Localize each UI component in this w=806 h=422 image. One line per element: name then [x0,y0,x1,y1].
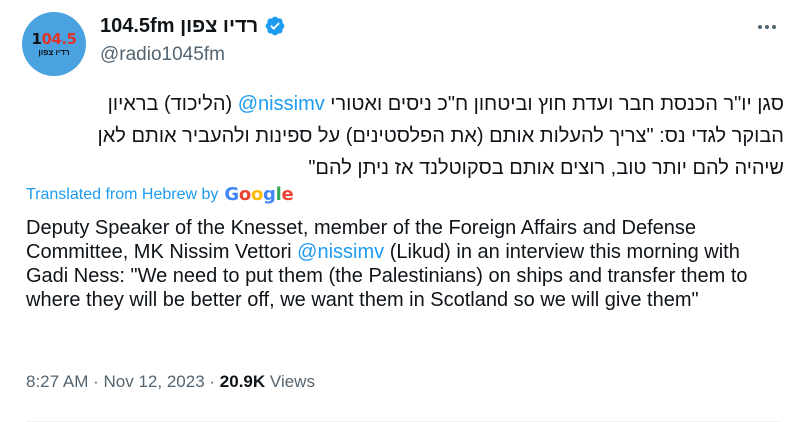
more-horizontal-icon [772,25,776,29]
translation-attribution[interactable]: Translated from Hebrew by Google [26,184,294,205]
avatar-logo-subtitle: רדיו צפון [38,47,70,57]
tweet-time[interactable]: 8:27 AM [26,372,88,391]
avatar-logo-part-a: 1 [31,29,42,48]
avatar-logo: 104.5 [31,29,77,48]
views-count: 20.9K [219,372,266,391]
more-options-button[interactable] [754,14,780,40]
tweet-metadata: 8:27 AM · Nov 12, 2023 · 20.9K Views [26,372,315,392]
tweet-text-line: שיהיה להם יותר טוב, רוצים אותם בסקוטלנד … [308,157,784,179]
tweet-card: 104.5 רדיו צפון 104.5fm רדיו צפון @radio… [0,0,806,422]
author-name-row: 104.5fm רדיו צפון [100,14,286,38]
tweet-text-segment: (הליכוד) בראיון [107,93,238,115]
tweet-text-segment: סגן יו"ר הכנסת חבר ועדת חוץ וביטחון ח"כ … [324,93,784,115]
mention-link[interactable]: @nissimv [297,241,384,263]
google-logo-letter: e [281,184,294,205]
tweet-text-line: סגן יו"ר הכנסת חבר ועדת חוץ וביטחון ח"כ … [20,88,784,120]
translated-label: Translated from Hebrew by [26,185,219,203]
verified-badge-icon[interactable] [264,15,286,37]
google-logo-letter: G [224,184,239,205]
author-display-name[interactable]: 104.5fm רדיו צפון [100,15,258,38]
more-horizontal-icon [765,25,769,29]
tweet-text-original: סגן יו"ר הכנסת חבר ועדת חוץ וביטחון ח"כ … [20,88,784,184]
tweet-text-line: הבוקר לגדי נס: "צריך להעלות אותם (את הפל… [97,125,784,147]
author-block: 104.5fm רדיו צפון @radio1045fm [100,14,286,66]
author-handle[interactable]: @radio1045fm [100,44,286,66]
google-logo-letter: o [250,184,264,205]
meta-separator: · [209,372,216,391]
google-logo-letter: g [263,184,276,205]
mention-link[interactable]: @nissimv [238,93,325,115]
google-logo-letter: o [238,184,251,205]
tweet-date[interactable]: Nov 12, 2023 [104,372,205,391]
google-logo: Google [224,184,293,205]
tweet-text-translated: Deputy Speaker of the Knesset, member of… [26,216,786,312]
avatar-logo-part-b: 04.5 [41,29,77,48]
avatar[interactable]: 104.5 רדיו צפון [22,12,86,76]
more-horizontal-icon [758,25,762,29]
meta-separator: · [93,372,99,391]
views-label: Views [269,372,315,391]
